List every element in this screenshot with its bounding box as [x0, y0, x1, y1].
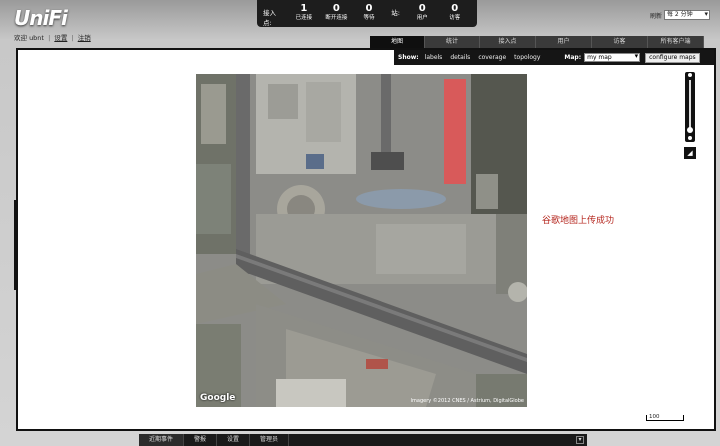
tab-alarms[interactable]: 警报: [184, 434, 218, 446]
zoom-slider[interactable]: [685, 72, 695, 142]
configure-maps-button[interactable]: configure maps: [645, 52, 700, 63]
option-labels[interactable]: labels: [425, 54, 443, 61]
option-details[interactable]: details: [450, 54, 470, 61]
tab-users[interactable]: 用户: [536, 36, 592, 48]
stat-disconnected[interactable]: 0 断开连接: [320, 3, 353, 22]
upload-success-message: 谷歌地图上传成功: [542, 216, 615, 226]
stats-panel: 接入点: 1 已连接 0 断开连接 0 等待 站: 0 用户 0 访客: [257, 0, 477, 27]
refresh-select[interactable]: 每 2 分钟: [664, 10, 710, 20]
tab-access-points[interactable]: 接入点: [480, 36, 536, 48]
option-coverage[interactable]: coverage: [478, 54, 506, 61]
expand-panel-icon[interactable]: ▾: [576, 436, 584, 444]
logout-link[interactable]: 注销: [78, 34, 91, 42]
stat-caption: 用户: [416, 15, 428, 21]
welcome-bar: 欢迎 ubnt | 设置 | 注销: [14, 32, 91, 42]
tab-recent-events[interactable]: 近期事件: [139, 434, 185, 446]
stat-value: 0: [332, 3, 340, 14]
google-watermark: Google: [200, 393, 236, 403]
main-tabs: 地图 统计 接入点 用户 访客 所有客户端: [370, 36, 704, 48]
tab-admins[interactable]: 管理员: [250, 434, 290, 446]
zoom-handle[interactable]: [687, 127, 693, 133]
tab-guests[interactable]: 访客: [592, 36, 648, 48]
stat-caption: 等待: [363, 15, 375, 21]
ap-stats-label: 接入点:: [263, 9, 276, 27]
stat-value: 1: [300, 3, 308, 14]
refresh-control: 刷新 每 2 分钟: [650, 10, 710, 20]
stat-caption: 已连接: [295, 15, 313, 21]
map-label: Map:: [564, 54, 582, 61]
satellite-map-graphic: [196, 74, 527, 407]
stat-value: 0: [365, 3, 373, 14]
bottom-panel-bar: 近期事件 警报 设置 管理员 ▾: [139, 434, 587, 446]
map-frame: Show: labels details coverage topology M…: [16, 48, 716, 431]
tab-settings[interactable]: 设置: [217, 434, 251, 446]
zoom-track[interactable]: [689, 80, 691, 132]
zoom-in-icon[interactable]: [688, 73, 692, 77]
map-select[interactable]: my map: [584, 53, 641, 62]
map-scale: 100: [646, 414, 684, 421]
show-label: Show:: [398, 54, 419, 61]
imagery-credit: Imagery ©2012 CNES / Astrium, DigitalGlo…: [410, 398, 524, 404]
tab-map[interactable]: 地图: [370, 36, 425, 48]
station-stats-label: 站:: [391, 9, 400, 17]
divider: |: [71, 34, 74, 42]
map-toolbar: Show: labels details coverage topology M…: [394, 50, 714, 65]
stat-guests[interactable]: 0 访客: [438, 3, 471, 22]
stat-pending[interactable]: 0 等待: [353, 3, 386, 22]
welcome-text: 欢迎 ubnt: [14, 34, 44, 42]
resize-icon[interactable]: ◢: [684, 147, 696, 159]
divider: |: [48, 34, 51, 42]
stat-caption: 访客: [449, 15, 461, 21]
stat-connected[interactable]: 1 已连接: [288, 3, 321, 22]
stat-users[interactable]: 0 用户: [406, 3, 439, 22]
tab-all-clients[interactable]: 所有客户端: [648, 36, 704, 48]
stat-value: 0: [451, 3, 459, 14]
settings-link[interactable]: 设置: [54, 34, 67, 42]
stat-value: 0: [418, 3, 426, 14]
stat-caption: 断开连接: [325, 15, 348, 21]
tab-statistics[interactable]: 统计: [425, 36, 480, 48]
unifi-logo: UniFi: [14, 6, 68, 30]
option-topology[interactable]: topology: [514, 54, 540, 61]
refresh-label: 刷新: [649, 12, 662, 20]
satellite-map-image[interactable]: Google Imagery ©2012 CNES / Astrium, Dig…: [196, 74, 527, 407]
zoom-out-icon[interactable]: [688, 136, 692, 140]
